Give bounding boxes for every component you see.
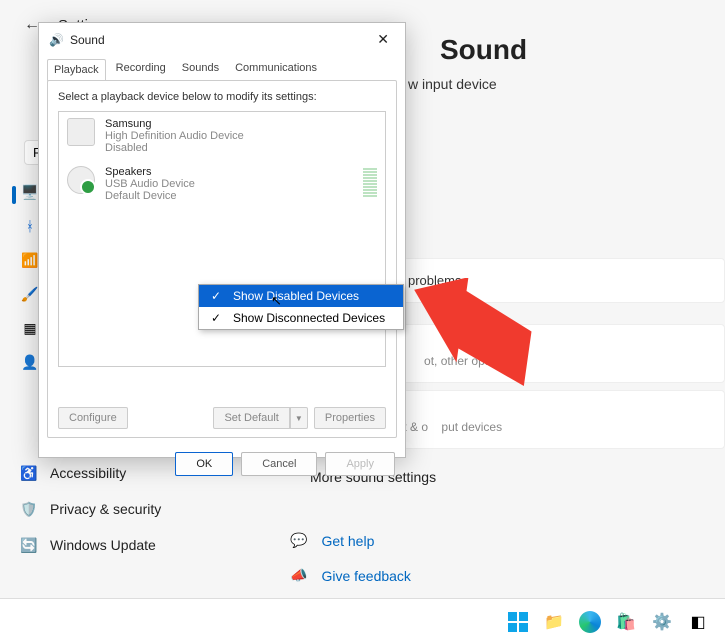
network-icon[interactable]: 📶 — [20, 250, 40, 270]
ctx-show-disabled[interactable]: ✓ Show Disabled Devices — [199, 285, 403, 307]
update-icon: 🔄 — [20, 536, 38, 554]
help-links: 💬 Get help 📣 Give feedback — [290, 532, 411, 584]
playback-tabsheet: Select a playback device below to modify… — [47, 80, 397, 438]
speaker-icon — [67, 166, 95, 194]
get-help-link[interactable]: 💬 Get help — [290, 532, 411, 549]
taskbar-edge-icon[interactable] — [577, 609, 603, 635]
ctx-label: Show Disconnected Devices — [233, 311, 385, 325]
vu-meter-icon — [363, 166, 377, 202]
selected-nav-indicator — [12, 186, 16, 204]
device-name: Samsung — [105, 118, 244, 130]
sidebar-item-update[interactable]: 🔄 Windows Update — [20, 536, 161, 554]
sidebar-item-label: Windows Update — [50, 537, 156, 553]
set-default-button[interactable]: Set Default — [213, 407, 289, 429]
dialog-titlebar: 🔊 Sound ✕ — [39, 23, 405, 54]
device-text: Samsung High Definition Audio Device Dis… — [105, 118, 244, 154]
tab-communications[interactable]: Communications — [229, 58, 323, 80]
configure-button[interactable]: Configure — [58, 407, 128, 429]
ctx-show-disconnected[interactable]: ✓ Show Disconnected Devices — [199, 307, 403, 329]
taskbar: 📁 🛍️ ⚙️ ◧ — [0, 598, 725, 644]
close-icon[interactable]: ✕ — [371, 29, 395, 50]
ctx-label: Show Disabled Devices — [233, 289, 359, 303]
device-buttons: Configure Set Default ▼ Properties — [58, 407, 386, 429]
page-title: Sound — [440, 34, 527, 66]
personalization-icon[interactable]: 🖌️ — [20, 284, 40, 304]
bluetooth-icon[interactable]: ᚼ — [20, 216, 40, 236]
feedback-link-label: Give feedback — [321, 568, 411, 584]
taskbar-settings-icon[interactable]: ⚙️ — [649, 609, 675, 635]
tab-sounds[interactable]: Sounds — [176, 58, 225, 80]
device-speakers[interactable]: Speakers USB Audio Device Default Device — [59, 160, 385, 208]
shield-icon: 🛡️ — [20, 500, 38, 518]
properties-button[interactable]: Properties — [314, 407, 386, 429]
check-icon: ✓ — [209, 311, 223, 325]
sound-icon: 🔊 — [49, 33, 64, 47]
device-sub2: Disabled — [105, 142, 244, 154]
taskbar-store-icon[interactable]: 🛍️ — [613, 609, 639, 635]
start-button[interactable] — [505, 609, 531, 635]
partial-input-device: w input device — [408, 76, 497, 92]
help-icon: 💬 — [290, 532, 307, 549]
dialog-tabs: Playback Recording Sounds Communications — [39, 54, 405, 80]
playback-instruction: Select a playback device below to modify… — [58, 91, 386, 103]
tab-playback[interactable]: Playback — [47, 59, 106, 81]
device-sub2: Default Device — [105, 190, 195, 202]
feedback-icon: 📣 — [290, 567, 307, 584]
help-link-label: Get help — [321, 533, 374, 549]
tab-recording[interactable]: Recording — [110, 58, 172, 80]
check-icon: ✓ — [209, 289, 223, 303]
device-name: Speakers — [105, 166, 195, 178]
give-feedback-link[interactable]: 📣 Give feedback — [290, 567, 411, 584]
set-default-dropdown[interactable]: ▼ — [290, 407, 308, 429]
side-nav-icons: 🖥️ ᚼ 📶 🖌️ ▦ 👤 — [20, 182, 40, 372]
apps-icon[interactable]: ▦ — [20, 318, 40, 338]
sidebar-item-privacy[interactable]: 🛡️ Privacy & security — [20, 500, 161, 518]
context-menu: ✓ Show Disabled Devices ✓ Show Disconnec… — [198, 284, 404, 330]
taskbar-app-icon[interactable]: ◧ — [685, 609, 711, 635]
system-icon[interactable]: 🖥️ — [20, 182, 40, 202]
apply-button[interactable]: Apply — [325, 452, 395, 476]
device-text: Speakers USB Audio Device Default Device — [105, 166, 195, 202]
ok-button[interactable]: OK — [175, 452, 233, 476]
cancel-button[interactable]: Cancel — [241, 452, 317, 476]
device-samsung[interactable]: Samsung High Definition Audio Device Dis… — [59, 112, 385, 160]
accessibility-icon: ♿ — [20, 464, 38, 482]
taskbar-explorer-icon[interactable]: 📁 — [541, 609, 567, 635]
dialog-buttons: OK Cancel Apply — [39, 446, 405, 486]
monitor-icon — [67, 118, 95, 146]
accounts-icon[interactable]: 👤 — [20, 352, 40, 372]
device-sub1: USB Audio Device — [105, 178, 195, 190]
sidebar-item-label: Privacy & security — [50, 501, 161, 517]
sound-dialog: 🔊 Sound ✕ Playback Recording Sounds Comm… — [38, 22, 406, 458]
device-sub1: High Definition Audio Device — [105, 130, 244, 142]
dialog-title: Sound — [70, 33, 105, 47]
